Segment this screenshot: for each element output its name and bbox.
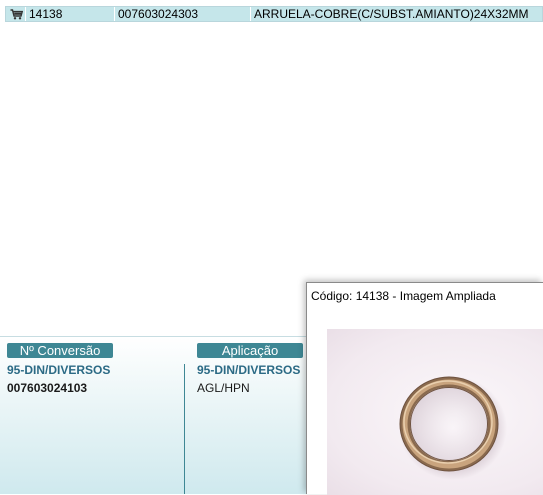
panel-divider bbox=[184, 364, 185, 494]
enlarged-image-window[interactable]: Código: 14138 - Imagem Ampliada bbox=[306, 282, 543, 495]
application-header: Aplicação bbox=[197, 343, 303, 358]
application-group: 95-DIN/DIVERSOS bbox=[197, 363, 301, 377]
application-value: AGL/HPN bbox=[197, 381, 250, 395]
window-title: Código: 14138 - Imagem Ampliada bbox=[311, 289, 496, 303]
conversion-group: 95-DIN/DIVERSOS bbox=[7, 363, 111, 377]
product-photo bbox=[327, 329, 543, 495]
cart-icon[interactable] bbox=[6, 7, 26, 21]
product-code-cell: 14138 bbox=[26, 7, 115, 21]
product-description-cell: ARRUELA-COBRE(C/SUBST.AMIANTO)24X32MM bbox=[254, 7, 529, 21]
conversion-number[interactable]: 007603024103 bbox=[7, 381, 87, 395]
product-reference-cell: 007603024303 bbox=[115, 7, 251, 21]
conversion-header: Nº Conversão bbox=[7, 343, 113, 358]
result-row[interactable]: 14138 007603024303 ARRUELA-COBRE(C/SUBST… bbox=[5, 6, 543, 22]
